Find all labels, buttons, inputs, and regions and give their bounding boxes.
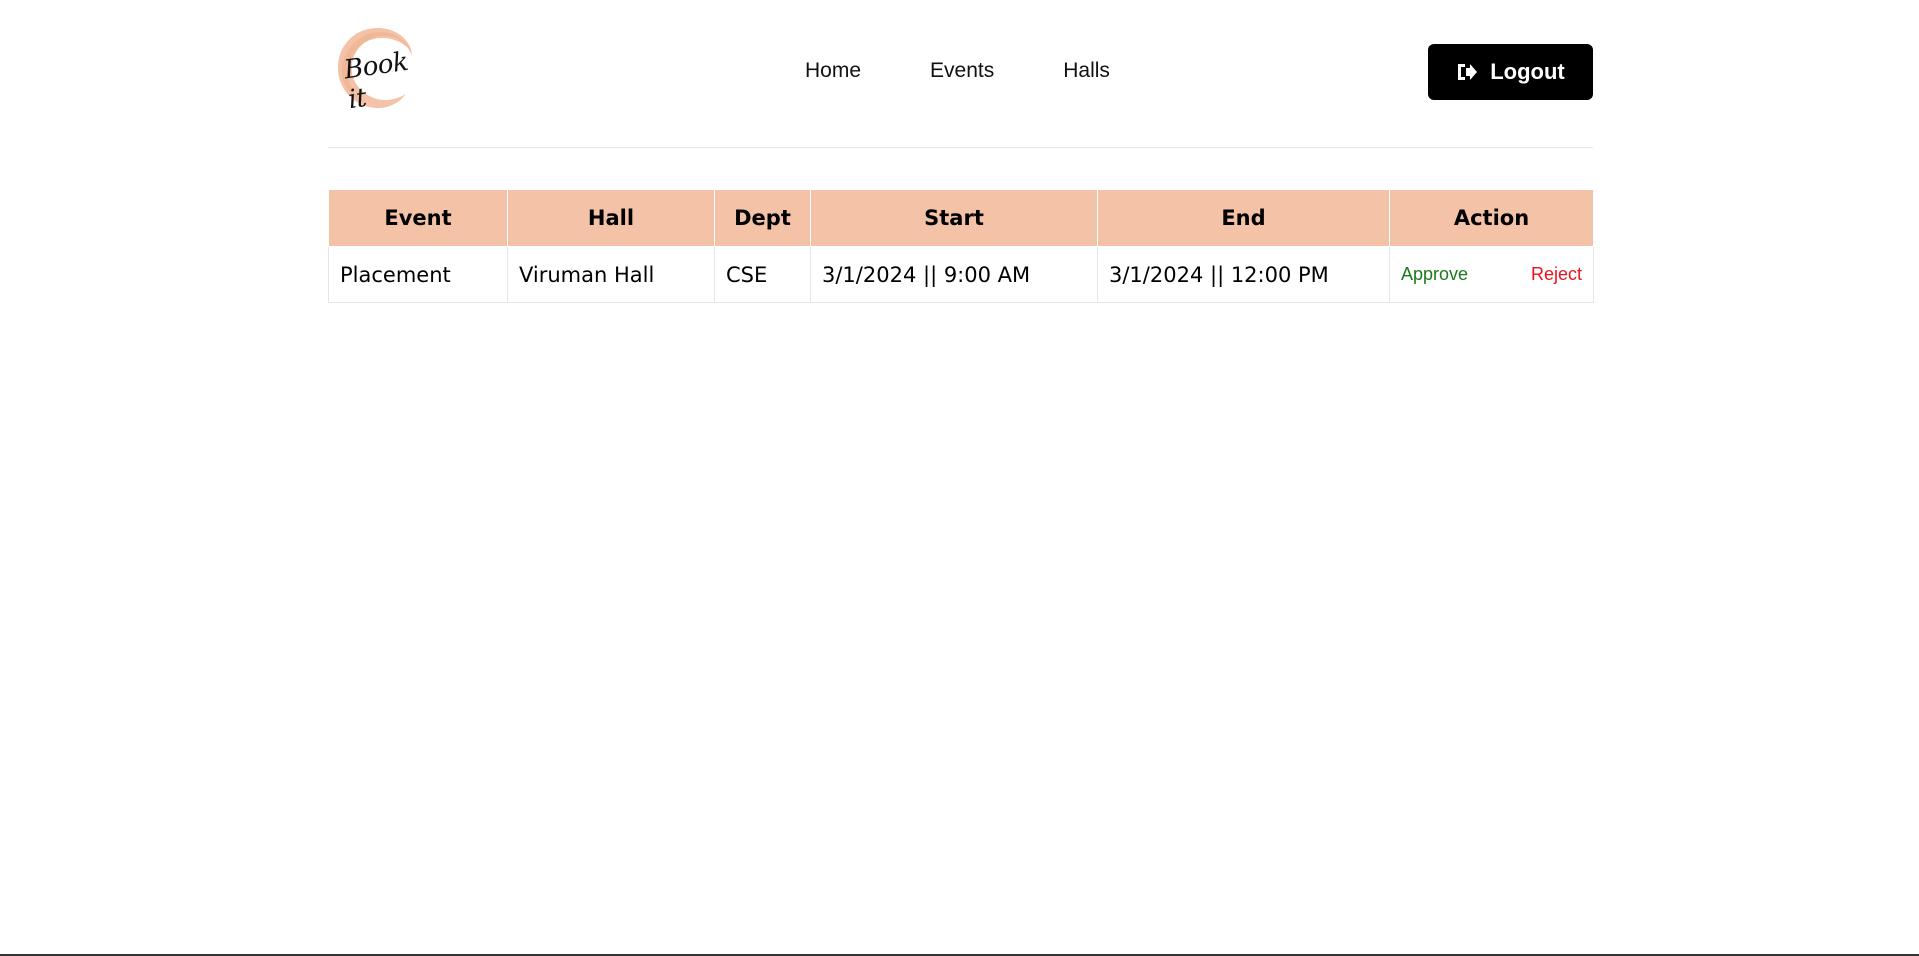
bookings-table-wrapper: Event Hall Dept Start End Action Placeme… bbox=[328, 189, 1594, 303]
site-header: Book it Home Events Halls Logout bbox=[328, 0, 1593, 148]
column-header-hall[interactable]: Hall bbox=[507, 189, 715, 247]
cell-dept: CSE bbox=[714, 246, 811, 303]
reject-button[interactable]: Reject bbox=[1531, 264, 1582, 285]
column-header-action: Action bbox=[1389, 189, 1594, 247]
logout-label: Logout bbox=[1490, 59, 1565, 84]
cell-action: Approve Reject bbox=[1389, 246, 1594, 303]
nav-item-home[interactable]: Home bbox=[805, 58, 861, 84]
logo-text: Book it bbox=[342, 46, 410, 116]
table-row: Placement Viruman Hall CSE 3/1/2024 || 9… bbox=[328, 246, 1594, 303]
page: Book it Home Events Halls Logout Event H… bbox=[0, 0, 1919, 956]
table-header-row: Event Hall Dept Start End Action bbox=[328, 189, 1594, 247]
nav-item-halls[interactable]: Halls bbox=[1063, 58, 1110, 84]
action-group: Approve Reject bbox=[1401, 247, 1582, 302]
column-header-start[interactable]: Start bbox=[810, 189, 1098, 247]
sign-out-icon bbox=[1458, 64, 1478, 80]
logo[interactable]: Book it bbox=[332, 22, 424, 115]
column-header-end[interactable]: End bbox=[1097, 189, 1390, 247]
cell-hall: Viruman Hall bbox=[507, 246, 715, 303]
bookings-table: Event Hall Dept Start End Action Placeme… bbox=[328, 189, 1594, 303]
main-container: Book it Home Events Halls Logout Event H… bbox=[328, 0, 1594, 303]
cell-start: 3/1/2024 || 9:00 AM bbox=[810, 246, 1098, 303]
column-header-event[interactable]: Event bbox=[328, 189, 508, 247]
main-nav: Home Events Halls bbox=[805, 58, 1110, 84]
approve-button[interactable]: Approve bbox=[1401, 264, 1468, 285]
nav-item-events[interactable]: Events bbox=[930, 58, 994, 84]
cell-end: 3/1/2024 || 12:00 PM bbox=[1097, 246, 1390, 303]
logout-button[interactable]: Logout bbox=[1428, 44, 1593, 100]
column-header-dept[interactable]: Dept bbox=[714, 189, 811, 247]
cell-event: Placement bbox=[328, 246, 508, 303]
